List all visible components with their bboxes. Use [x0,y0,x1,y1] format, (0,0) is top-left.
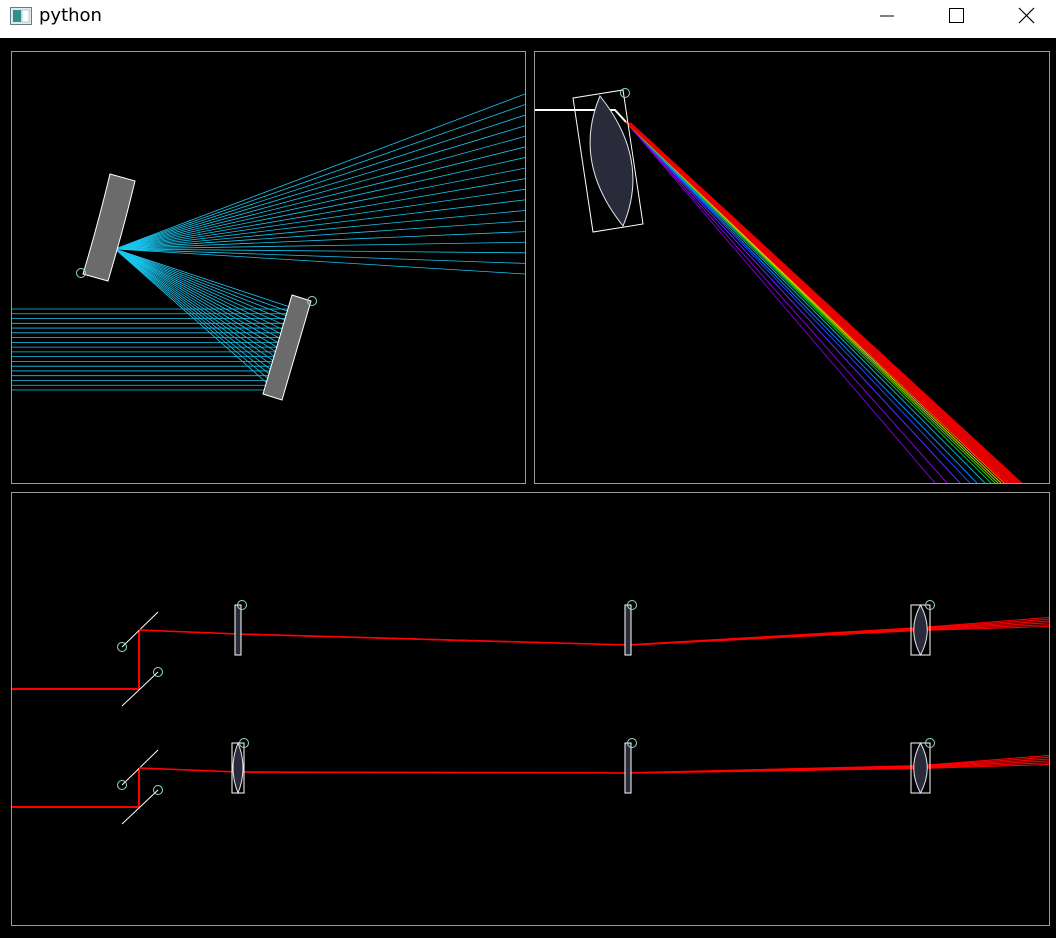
reflected-ray [114,248,284,357]
red-spectrum-ray [630,122,1023,483]
spectrum-ray [625,121,986,483]
reflected-ray [114,248,285,353]
output-ray [114,125,525,250]
client-area [0,38,1056,938]
app-icon [10,7,32,25]
laser-ray [138,756,1049,774]
lens-dispersion-canvas[interactable] [535,52,1049,483]
reflected-ray [114,248,293,324]
laser-ray [138,755,1049,774]
window-title: python [39,5,102,26]
spectrum-ray [625,121,978,483]
laser-ray [138,618,1049,646]
optical-bench-canvas[interactable] [12,493,1049,925]
reflected-ray [114,248,295,315]
optical-bench-view[interactable] [11,492,1050,926]
close-icon [1018,7,1035,24]
reflected-ray [114,248,277,386]
title-bar: python [0,0,1056,38]
curved-mirror[interactable] [82,173,136,282]
reflected-ray [114,248,289,338]
lens-dispersion-view[interactable] [534,51,1050,484]
thick-lens[interactable] [232,741,244,795]
spectrum-ray [625,121,971,483]
spectrum-ray [625,121,948,483]
thin-lens[interactable] [234,604,242,656]
thick-lens[interactable] [913,603,928,657]
reflected-ray [114,248,292,329]
thick-lens[interactable] [913,741,928,795]
minimize-icon [880,15,894,17]
reflected-ray [114,248,282,367]
input-beam [12,768,140,808]
thin-lens[interactable] [624,742,632,794]
spectrum-ray [625,121,961,483]
output-ray [114,167,525,250]
mirror-reflection-view[interactable] [11,51,526,484]
rotation-handle[interactable] [620,88,630,98]
laser-ray [138,620,1049,646]
thin-lens[interactable] [624,604,632,656]
spectrum-ray [625,121,936,483]
maximize-button[interactable] [933,0,979,32]
input-beam [12,630,140,690]
output-ray [114,135,525,250]
laser-ray [138,760,1049,774]
reflected-ray [114,248,294,319]
close-button[interactable] [1003,0,1049,32]
output-ray [114,114,525,250]
maximize-icon [949,8,964,23]
output-ray [114,104,525,250]
reflected-ray [114,248,287,348]
reflected-ray [114,248,280,372]
output-ray [114,199,525,250]
laser-ray [138,622,1049,646]
minimize-button[interactable] [864,0,910,32]
output-ray [114,178,525,250]
reflected-ray [114,248,276,391]
mirror-reflection-canvas[interactable] [12,52,525,483]
reflected-ray [114,248,283,362]
